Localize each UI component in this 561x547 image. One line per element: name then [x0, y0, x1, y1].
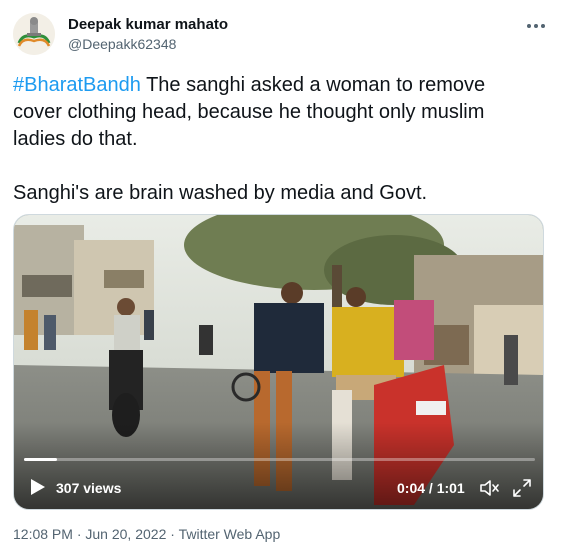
tweet-line-1: #BharatBandh The sanghi asked a woman to… — [13, 72, 548, 99]
meta-separator: · — [72, 526, 86, 542]
hashtag-link[interactable]: #BharatBandh — [13, 74, 141, 96]
video-player[interactable]: 307 views 0:04 / 1:01 — [13, 214, 544, 510]
tweet-metadata: 12:08 PM · Jun 20, 2022 · Twitter Web Ap… — [13, 526, 280, 542]
tweet-line-4: Sanghi's are brain washed by media and G… — [13, 182, 428, 204]
video-progress-fill — [24, 458, 58, 461]
tweet-source[interactable]: Twitter Web App — [179, 526, 281, 542]
more-horizontal-icon[interactable] — [521, 14, 551, 38]
tweet-text: #BharatBandh The sanghi asked a woman to… — [13, 72, 548, 207]
tweet-line-3: ladies do that. — [13, 128, 138, 150]
meta-separator: · — [166, 526, 179, 542]
emblem-avatar-icon[interactable] — [13, 13, 55, 55]
fullscreen-icon[interactable] — [512, 478, 532, 498]
view-count: 307 views — [56, 480, 122, 496]
video-progress-bar[interactable] — [24, 458, 535, 461]
tweet-time[interactable]: 12:08 PM — [13, 526, 73, 542]
tweet-line-1-text: The sanghi asked a woman to remove — [140, 74, 486, 96]
video-frame — [14, 215, 543, 509]
tweet-card: Deepak kumar mahato @Deepakk62348 #Bhara… — [0, 0, 561, 547]
tweet-line-2: cover clothing head, because he thought … — [13, 101, 485, 123]
play-icon[interactable] — [30, 478, 46, 496]
volume-icon[interactable] — [479, 478, 501, 498]
display-name[interactable]: Deepak kumar mahato — [68, 16, 228, 33]
user-handle[interactable]: @Deepakk62348 — [68, 36, 176, 52]
video-timecode: 0:04 / 1:01 — [397, 480, 465, 496]
tweet-date[interactable]: Jun 20, 2022 — [85, 526, 166, 542]
